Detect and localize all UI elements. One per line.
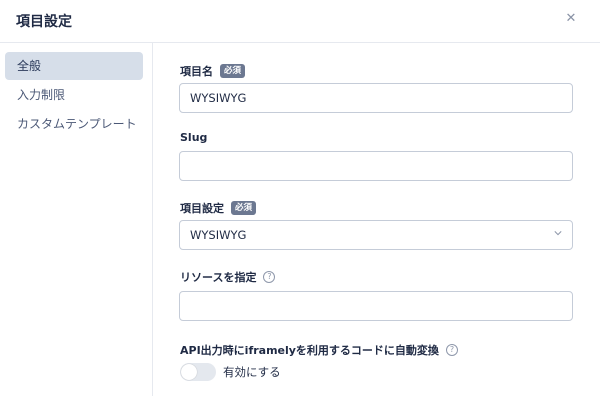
modal-title: 項目設定 — [16, 14, 72, 30]
chevron-down-icon — [554, 231, 562, 236]
field-type-select[interactable]: WYSIWYG — [179, 220, 573, 250]
field-name-input[interactable] — [179, 83, 573, 113]
iframely-label-text: API出力時にiframelyを利用するコードに自動変換 — [180, 344, 439, 357]
field-name-input-control[interactable] — [190, 84, 572, 112]
field-type-label-text: 項目設定 — [180, 202, 224, 215]
sidebar-item-custom-template[interactable]: カスタムテンプレート — [5, 110, 143, 138]
slug-label-text: Slug — [180, 131, 208, 144]
slug-input-control[interactable] — [190, 152, 572, 180]
resource-label: リソースを指定 ? — [180, 269, 276, 285]
slug-input[interactable] — [179, 151, 573, 181]
sidebar-item-general[interactable]: 全般 — [5, 52, 143, 80]
resource-label-text: リソースを指定 — [180, 271, 257, 284]
iframely-toggle[interactable] — [180, 363, 216, 381]
help-icon[interactable]: ? — [263, 271, 276, 283]
close-icon[interactable]: ✕ — [564, 12, 578, 26]
toggle-knob — [181, 364, 197, 380]
field-name-label: 項目名 必須 — [180, 63, 246, 79]
field-type-selected-value: WYSIWYG — [190, 228, 247, 242]
iframely-toggle-label: 有効にする — [223, 365, 281, 379]
required-badge: 必須 — [220, 64, 246, 78]
resource-input-control[interactable] — [190, 292, 572, 320]
resource-input[interactable] — [179, 291, 573, 321]
slug-label: Slug — [180, 131, 207, 144]
settings-form: 項目名 必須 Slug 項目設定 必須 WYSIWYG リソースを指定 ? AP… — [153, 43, 600, 396]
field-type-label: 項目設定 必須 — [180, 200, 257, 216]
sidebar: 全般 入力制限 カスタムテンプレート — [0, 43, 153, 396]
sidebar-item-input-restriction[interactable]: 入力制限 — [5, 81, 143, 109]
help-icon[interactable]: ? — [445, 344, 458, 356]
required-badge: 必須 — [231, 201, 257, 215]
iframely-label: API出力時にiframelyを利用するコードに自動変換 ? — [180, 342, 458, 358]
field-name-label-text: 項目名 — [180, 65, 213, 78]
modal-header: 項目設定 ✕ — [0, 0, 600, 43]
